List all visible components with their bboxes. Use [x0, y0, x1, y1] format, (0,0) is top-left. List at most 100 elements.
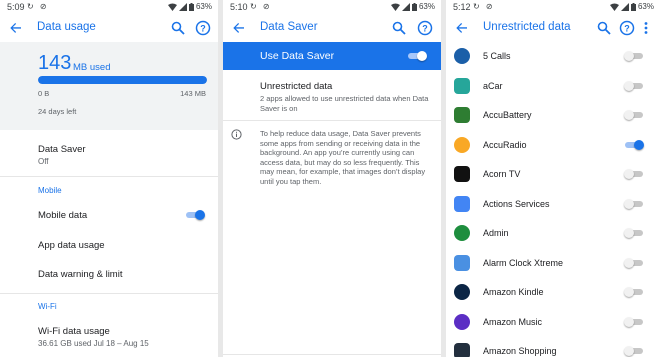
amazon-shopping-icon	[454, 343, 470, 357]
app-unrestricted-toggle[interactable]	[624, 110, 644, 120]
divider	[223, 120, 441, 121]
status-bar: 5:10 ↻ ⊘ 63%	[223, 0, 441, 14]
unrestricted-data-item[interactable]: Unrestricted data 2 apps allowed to use …	[223, 76, 441, 124]
actions-services-icon	[454, 195, 470, 212]
status-bar: 5:09 ↻ ⊘ 63%	[0, 0, 218, 14]
settings-item-wifi-data-usage[interactable]: Wi-Fi data usage 36.61 GB used Jul 18 – …	[0, 318, 218, 354]
app-name: Actions Services	[483, 198, 550, 209]
settings-item-mobile-data[interactable]: Mobile data	[0, 202, 218, 230]
signal-icon	[178, 2, 187, 11]
more-options-icon[interactable]	[642, 20, 650, 36]
notification-icons: ↻ ⊘	[250, 2, 272, 11]
page-title: Unrestricted data	[483, 21, 571, 33]
app-row[interactable]: Amazon Kindle	[446, 278, 660, 307]
app-row[interactable]: AccuBattery	[446, 101, 660, 130]
search-icon[interactable]	[596, 20, 612, 36]
app-data-usage-label: App data usage	[38, 240, 105, 251]
accubattery-icon	[454, 107, 470, 123]
alarm-clock-icon	[454, 254, 470, 271]
wifi-data-usage-label: Wi-Fi data usage	[38, 326, 110, 337]
use-data-saver-toggle[interactable]	[407, 51, 427, 61]
usage-progress-fill	[38, 76, 207, 84]
app-row[interactable]: Amazon Music	[446, 308, 660, 337]
days-left: 24 days left	[38, 107, 77, 116]
notification-icons: ↻ ⊘	[473, 2, 495, 11]
svg-text:?: ?	[422, 24, 428, 34]
data-saver-label: Data Saver	[38, 144, 86, 155]
acar-icon	[454, 77, 470, 94]
battery-level: 63%	[418, 2, 435, 11]
kindle-icon	[454, 284, 470, 300]
info-icon	[231, 129, 242, 140]
battery-level: 63%	[637, 2, 654, 11]
usage-unit: MB used	[73, 62, 111, 73]
battery-level: 63%	[195, 2, 212, 11]
app-row[interactable]: aCar	[446, 72, 660, 101]
app-unrestricted-toggle[interactable]	[624, 287, 644, 297]
app-row[interactable]: Alarm Clock Xtreme	[446, 249, 660, 278]
app-name: AccuBattery	[483, 110, 532, 120]
data-saver-info-text: To help reduce data usage, Data Saver pr…	[260, 129, 426, 186]
section-header-wifi: Wi-Fi	[38, 302, 57, 311]
acorn-tv-icon	[454, 166, 470, 182]
help-icon[interactable]: ?	[619, 20, 635, 36]
status-time: 5:09	[7, 2, 25, 12]
status-time: 5:12	[453, 2, 471, 12]
amazon-music-icon	[454, 313, 470, 330]
app-unrestricted-toggle[interactable]	[624, 198, 644, 209]
app-row[interactable]: Amazon Shopping	[446, 337, 660, 357]
settings-item-app-data-usage[interactable]: App data usage	[0, 232, 218, 260]
battery-icon	[630, 2, 636, 11]
back-arrow-icon[interactable]	[8, 20, 24, 36]
search-icon[interactable]	[391, 20, 407, 36]
app-row[interactable]: Admin	[446, 219, 660, 248]
app-row[interactable]: Acorn TV	[446, 160, 660, 189]
settings-item-data-warning[interactable]: Data warning & limit	[0, 261, 218, 289]
app-name: aCar	[483, 80, 503, 91]
app-name: Amazon Kindle	[483, 287, 544, 297]
data-saver-screen: 5:10 ↻ ⊘ 63% Data Saver ? Use Data Saver…	[223, 0, 441, 357]
app-unrestricted-toggle[interactable]	[624, 316, 644, 327]
app-name: Admin	[483, 228, 509, 238]
app-name: Alarm Clock Xtreme	[483, 257, 564, 268]
usage-summary-card	[0, 42, 218, 130]
section-header-mobile: Mobile	[38, 186, 62, 195]
app-unrestricted-toggle[interactable]	[624, 346, 644, 356]
status-bar: 5:12 ↻ ⊘ 63%	[446, 0, 660, 14]
app-row[interactable]: Actions Services	[446, 190, 660, 219]
back-arrow-icon[interactable]	[454, 20, 470, 36]
usage-range-max: 143 MB	[180, 89, 206, 98]
help-icon[interactable]: ?	[417, 20, 433, 36]
help-icon[interactable]: ?	[195, 20, 211, 36]
app-bar: Unrestricted data ?	[446, 14, 660, 42]
use-data-saver-switch-bar[interactable]: Use Data Saver	[223, 42, 441, 70]
app-name: 5 Calls	[483, 51, 511, 61]
app-row[interactable]: AccuRadio	[446, 131, 660, 160]
page-title: Data Saver	[260, 21, 318, 33]
back-arrow-icon[interactable]	[231, 20, 247, 36]
admin-icon	[454, 225, 470, 241]
app-name: Acorn TV	[483, 169, 521, 179]
app-row[interactable]: 5 Calls	[446, 42, 660, 71]
app-unrestricted-toggle[interactable]	[624, 80, 644, 91]
page-title: Data usage	[37, 21, 96, 33]
unrestricted-data-label: Unrestricted data	[260, 81, 333, 92]
battery-icon	[188, 2, 194, 11]
notification-icons: ↻ ⊘	[27, 2, 49, 11]
accuradio-icon	[454, 136, 470, 153]
usage-progress-bar	[38, 76, 207, 84]
divider	[0, 293, 218, 294]
settings-item-data-saver[interactable]: Data Saver Off	[0, 136, 218, 172]
usage-range-min: 0 B	[38, 89, 50, 98]
app-name: AccuRadio	[483, 139, 527, 150]
app-unrestricted-toggle[interactable]	[624, 257, 644, 268]
app-unrestricted-toggle[interactable]	[624, 169, 644, 179]
search-icon[interactable]	[170, 20, 186, 36]
app-unrestricted-toggle[interactable]	[624, 139, 644, 150]
mobile-data-toggle[interactable]	[185, 210, 205, 220]
app-unrestricted-toggle[interactable]	[624, 228, 644, 238]
divider	[0, 176, 218, 177]
app-name: Amazon Music	[483, 316, 543, 327]
five-calls-icon	[454, 48, 470, 64]
app-unrestricted-toggle[interactable]	[624, 51, 644, 61]
